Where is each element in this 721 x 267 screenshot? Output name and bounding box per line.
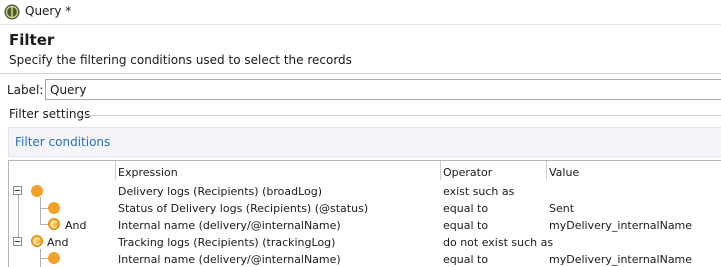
app-logo-icon bbox=[4, 4, 20, 20]
row-operator[interactable]: equal to bbox=[443, 253, 488, 266]
column-header-value[interactable]: Value bbox=[549, 166, 579, 179]
tree-line bbox=[40, 258, 48, 259]
row-value[interactable]: myDelivery_internalName bbox=[549, 219, 692, 232]
window-titlebar: Query * bbox=[0, 0, 721, 24]
filter-settings-title: Filter settings bbox=[9, 107, 91, 121]
condition-dot-icon bbox=[48, 202, 60, 214]
condition-dot-icon bbox=[48, 252, 60, 264]
page-description: Specify the filtering conditions used to… bbox=[9, 53, 352, 67]
divider bbox=[0, 73, 721, 74]
window-title: Query * bbox=[25, 4, 72, 18]
page-title: Filter bbox=[9, 31, 55, 49]
row-expression[interactable]: Delivery logs (Recipients) (broadLog) bbox=[118, 185, 322, 198]
filter-conditions-panel bbox=[8, 127, 721, 157]
collapse-toggle[interactable] bbox=[13, 186, 22, 195]
condition-dot-icon bbox=[31, 185, 43, 197]
label-field-label: Label: bbox=[7, 83, 44, 97]
row-value[interactable]: Sent bbox=[549, 202, 574, 215]
row-expression[interactable]: Status of Delivery logs (Recipients) (@s… bbox=[118, 202, 368, 215]
row-expression[interactable]: Internal name (delivery/@internalName) bbox=[118, 219, 341, 232]
row-logic: And bbox=[47, 236, 69, 249]
tree-line bbox=[18, 195, 19, 240]
row-operator[interactable]: do not exist such as bbox=[443, 236, 553, 249]
section-divider bbox=[80, 115, 721, 116]
tree-line bbox=[40, 197, 41, 225]
column-separator bbox=[115, 161, 116, 180]
and-operator-icon bbox=[48, 218, 60, 230]
label-input[interactable] bbox=[45, 79, 721, 100]
row-operator[interactable]: equal to bbox=[443, 202, 488, 215]
column-header-expression[interactable]: Expression bbox=[118, 166, 178, 179]
and-operator-icon bbox=[31, 235, 43, 247]
collapse-toggle[interactable] bbox=[13, 237, 22, 246]
row-operator[interactable]: exist such as bbox=[443, 185, 514, 198]
row-expression[interactable]: Tracking logs (Recipients) (trackingLog) bbox=[118, 236, 335, 249]
filter-conditions-link[interactable]: Filter conditions bbox=[15, 135, 110, 149]
tree-line bbox=[40, 224, 48, 225]
row-operator[interactable]: equal to bbox=[443, 219, 488, 232]
column-separator bbox=[440, 161, 441, 180]
column-separator bbox=[546, 161, 547, 180]
row-logic: And bbox=[65, 219, 87, 232]
tree-line bbox=[40, 208, 48, 209]
column-header-operator[interactable]: Operator bbox=[443, 166, 492, 179]
row-expression[interactable]: Internal name (delivery/@internalName) bbox=[118, 253, 341, 266]
row-value[interactable]: myDelivery_internalName bbox=[549, 253, 692, 266]
